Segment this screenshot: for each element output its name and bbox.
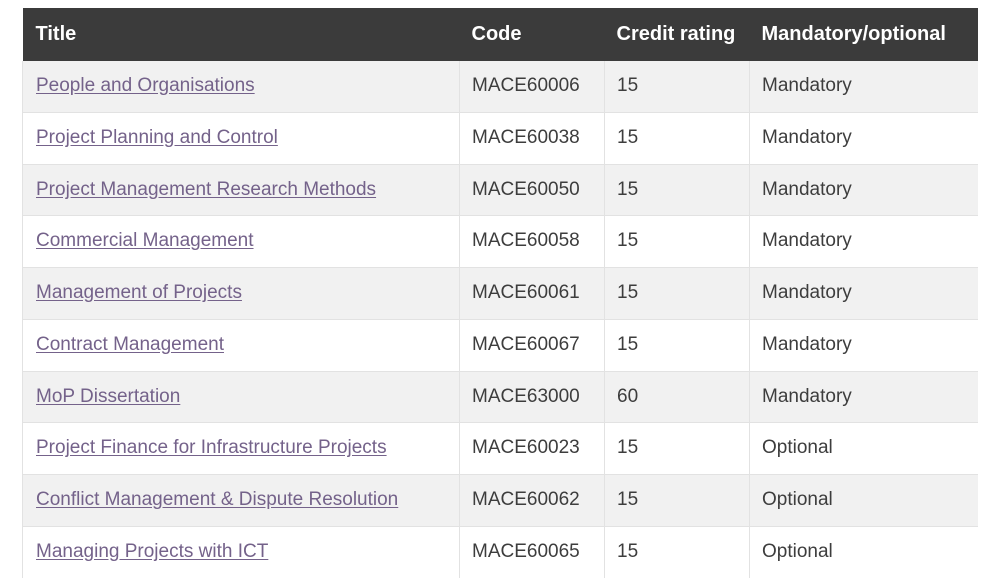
course-unit-link[interactable]: Managing Projects with ICT [36,541,268,562]
cell-credit-rating: 15 [604,267,750,320]
cell-credit-rating: 60 [604,371,750,424]
cell-code: MACE60023 [459,422,605,475]
cell-title: Contract Management [22,319,460,372]
course-unit-link[interactable]: Contract Management [36,334,224,355]
table-row: Conflict Management & Dispute Resolution… [22,474,978,527]
column-header-code[interactable]: Code [459,8,605,61]
table-row: Managing Projects with ICT MACE60065 15 Opt… [22,526,978,578]
cell-credit-rating: 15 [604,215,750,268]
table-body: People and Organisations MACE60006 15 Manda… [22,61,978,578]
course-unit-link[interactable]: Conflict Management & Dispute Resolution [36,489,398,510]
table-header-row: Title Code Credit rating Mandatory/optio… [22,8,978,61]
table-row: Commercial Management MACE60058 15 Mandator… [22,215,978,268]
cell-code: MACE60050 [459,164,605,217]
cell-title: Conflict Management & Dispute Resolution [22,474,460,527]
cell-code: MACE60067 [459,319,605,372]
course-unit-link[interactable]: People and Organisations [36,75,255,96]
cell-mandatory-optional: Optional [749,422,978,475]
page-root: Title Code Credit rating Mandatory/optio… [0,0,1000,578]
cell-title: Managing Projects with ICT [22,526,460,578]
cell-mandatory-optional: Mandatory [749,112,978,165]
cell-mandatory-optional: Mandatory [749,371,978,424]
table-row: Project Finance for Infrastructure Proje… [22,422,978,475]
cell-mandatory-optional: Mandatory [749,164,978,217]
cell-title: People and Organisations [22,61,460,113]
column-header-title[interactable]: Title [22,8,460,61]
course-unit-link[interactable]: MoP Dissertation [36,386,180,407]
cell-mandatory-optional: Mandatory [749,267,978,320]
column-header-credit-rating[interactable]: Credit rating [604,8,750,61]
cell-title: Project Finance for Infrastructure Proje… [22,422,460,475]
table-row: People and Organisations MACE60006 15 Manda… [22,61,978,113]
course-unit-link[interactable]: Management of Projects [36,282,242,303]
cell-mandatory-optional: Optional [749,526,978,578]
cell-code: MACE60006 [459,61,605,113]
cell-credit-rating: 15 [604,422,750,475]
table-row: Contract Management MACE60067 15 Mandatory [22,319,978,372]
table-row: Project Planning and Control MACE60038 15 M… [22,112,978,165]
cell-mandatory-optional: Mandatory [749,61,978,113]
course-unit-link[interactable]: Project Management Research Methods [36,179,376,200]
cell-code: MACE60062 [459,474,605,527]
cell-credit-rating: 15 [604,526,750,578]
course-units-table: Title Code Credit rating Mandatory/optio… [22,8,978,578]
cell-credit-rating: 15 [604,474,750,527]
cell-title: Project Management Research Methods [22,164,460,217]
cell-code: MACE60058 [459,215,605,268]
cell-title: MoP Dissertation [22,371,460,424]
cell-credit-rating: 15 [604,112,750,165]
cell-title: Commercial Management [22,215,460,268]
table-header: Title Code Credit rating Mandatory/optio… [22,8,978,61]
cell-mandatory-optional: Optional [749,474,978,527]
course-unit-link[interactable]: Project Finance for Infrastructure Proje… [36,437,387,458]
cell-code: MACE60038 [459,112,605,165]
cell-title: Management of Projects [22,267,460,320]
cell-code: MACE63000 [459,371,605,424]
cell-code: MACE60065 [459,526,605,578]
course-unit-link[interactable]: Project Planning and Control [36,127,278,148]
course-units-table-container: Title Code Credit rating Mandatory/optio… [22,8,978,578]
cell-code: MACE60061 [459,267,605,320]
cell-title: Project Planning and Control [22,112,460,165]
cell-credit-rating: 15 [604,319,750,372]
cell-credit-rating: 15 [604,164,750,217]
cell-mandatory-optional: Mandatory [749,319,978,372]
cell-mandatory-optional: Mandatory [749,215,978,268]
table-row: Project Management Research Methods MACE6… [22,164,978,217]
cell-credit-rating: 15 [604,61,750,113]
table-row: MoP Dissertation MACE63000 60 Mandatory [22,371,978,424]
table-row: Management of Projects MACE60061 15 Mandato… [22,267,978,320]
course-unit-link[interactable]: Commercial Management [36,230,254,251]
column-header-mandatory-optional[interactable]: Mandatory/optional [749,8,978,61]
